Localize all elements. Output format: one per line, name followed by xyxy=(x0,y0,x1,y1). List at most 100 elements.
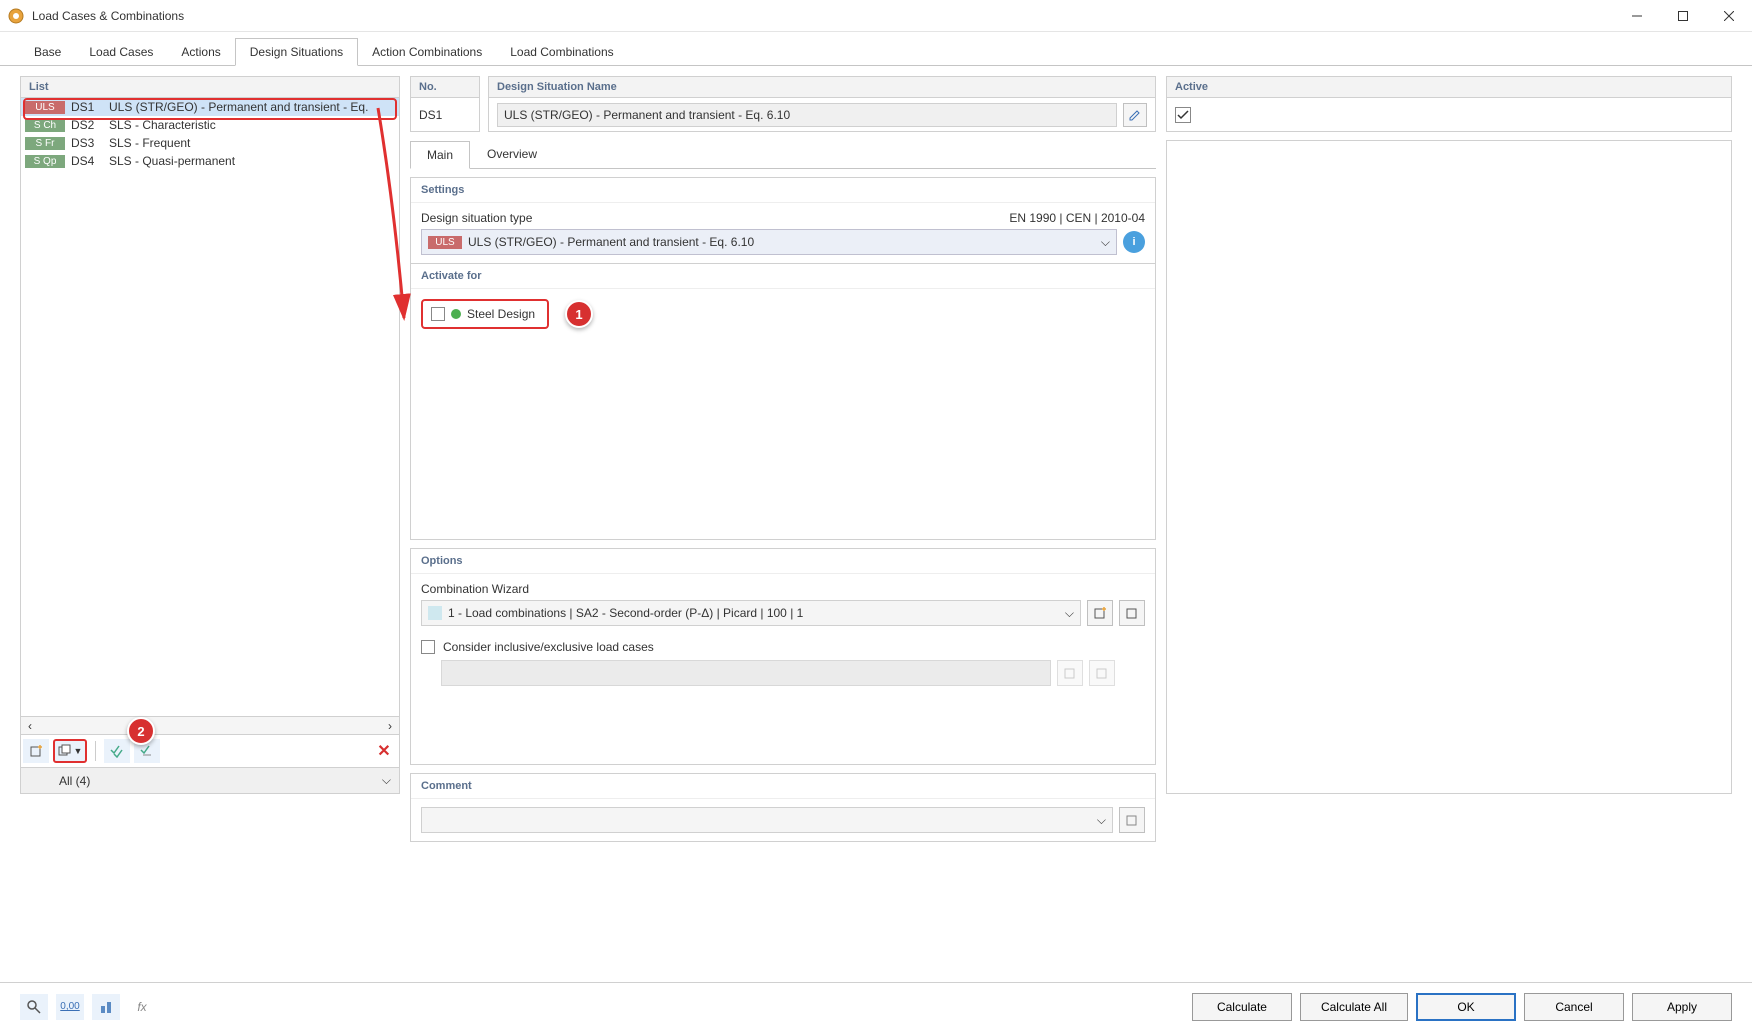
scroll-right-icon[interactable]: › xyxy=(381,719,399,733)
no-header: No. xyxy=(410,76,480,98)
list-code: DS1 xyxy=(71,100,103,114)
consider-checkbox[interactable] xyxy=(421,640,435,654)
comment-edit-button[interactable] xyxy=(1119,807,1145,833)
ok-button[interactable]: OK xyxy=(1416,993,1516,1021)
list-box[interactable]: ULS DS1 ULS (STR/GEO) - Permanent and tr… xyxy=(20,98,400,717)
active-checkbox[interactable] xyxy=(1175,107,1191,123)
settings-title: Settings xyxy=(411,178,1155,203)
window-title: Load Cases & Combinations xyxy=(32,9,1614,23)
consider-label: Consider inclusive/exclusive load cases xyxy=(443,640,654,654)
comment-title: Comment xyxy=(411,774,1155,799)
check-all-button[interactable] xyxy=(104,739,130,763)
type-label: Design situation type xyxy=(421,211,532,225)
list-filter-dropdown[interactable]: All (4) ⌵ xyxy=(20,768,400,794)
new-inc-button xyxy=(1057,660,1083,686)
filter-label: All (4) xyxy=(59,774,90,788)
list-desc: SLS - Frequent xyxy=(109,136,190,150)
cw-value: 1 - Load combinations | SA2 - Second-ord… xyxy=(448,606,803,620)
maximize-button[interactable] xyxy=(1660,0,1706,32)
options-title: Options xyxy=(411,549,1155,574)
apply-button[interactable]: Apply xyxy=(1632,993,1732,1021)
activate-section: Activate for Steel Design 1 xyxy=(410,264,1156,540)
name-input[interactable]: ULS (STR/GEO) - Permanent and transient … xyxy=(497,103,1117,127)
name-panel: Design Situation Name ULS (STR/GEO) - Pe… xyxy=(488,76,1156,132)
cancel-button[interactable]: Cancel xyxy=(1524,993,1624,1021)
type-code: EN 1990 | CEN | 2010-04 xyxy=(1009,211,1145,225)
badge-uls: ULS xyxy=(428,236,462,249)
badge-uls: ULS xyxy=(25,101,65,114)
list-code: DS3 xyxy=(71,136,103,150)
list-desc: ULS (STR/GEO) - Permanent and transient … xyxy=(109,100,368,114)
list-code: DS2 xyxy=(71,118,103,132)
annotation-badge-2: 2 xyxy=(127,717,155,745)
combination-wizard-dropdown[interactable]: 1 - Load combinations | SA2 - Second-ord… xyxy=(421,600,1081,626)
tab-base[interactable]: Base xyxy=(20,39,75,65)
bottom-bar: 0,00 fx Calculate Calculate All OK Cance… xyxy=(0,982,1752,1030)
tab-action-combinations[interactable]: Action Combinations xyxy=(358,39,496,65)
edit-wizard-button[interactable] xyxy=(1119,600,1145,626)
app-icon xyxy=(8,8,24,24)
subtab-overview[interactable]: Overview xyxy=(470,140,554,168)
badge-sfr: S Fr xyxy=(25,137,65,150)
edit-inc-button xyxy=(1089,660,1115,686)
comment-dropdown[interactable]: ⌵ xyxy=(421,807,1113,833)
calculate-button[interactable]: Calculate xyxy=(1192,993,1292,1021)
search-button[interactable] xyxy=(20,994,48,1020)
titlebar: Load Cases & Combinations xyxy=(0,0,1752,32)
new-item-button[interactable] xyxy=(23,739,49,763)
minimize-button[interactable] xyxy=(1614,0,1660,32)
steel-label: Steel Design xyxy=(467,307,535,321)
close-button[interactable] xyxy=(1706,0,1752,32)
scroll-left-icon[interactable]: ‹ xyxy=(21,719,39,733)
units-button[interactable]: 0,00 xyxy=(56,994,84,1020)
activate-title: Activate for xyxy=(411,264,1155,289)
badge-sch: S Ch xyxy=(25,119,65,132)
sub-tabs: Main Overview xyxy=(410,140,1156,169)
list-desc: SLS - Quasi-permanent xyxy=(109,154,235,168)
model-button[interactable] xyxy=(92,994,120,1020)
delete-button[interactable]: ✕ xyxy=(371,741,397,761)
inclusive-exclusive-input xyxy=(441,660,1051,686)
type-value: ULS (STR/GEO) - Permanent and transient … xyxy=(468,235,754,249)
list-item-ds3[interactable]: S Fr DS3 SLS - Frequent xyxy=(21,134,399,152)
no-panel: No. DS1 xyxy=(410,76,480,132)
right-empty-panel xyxy=(1166,140,1732,794)
name-header: Design Situation Name xyxy=(488,76,1156,98)
design-type-dropdown[interactable]: ULS ULS (STR/GEO) - Permanent and transi… xyxy=(421,229,1117,255)
list-desc: SLS - Characteristic xyxy=(109,118,216,132)
function-button[interactable]: fx xyxy=(128,994,156,1020)
comment-section: Comment ⌵ xyxy=(410,773,1156,842)
options-section: Options Combination Wizard 1 - Load comb… xyxy=(410,548,1156,765)
list-item-ds1[interactable]: ULS DS1 ULS (STR/GEO) - Permanent and tr… xyxy=(21,98,399,116)
steel-design-checkbox-row[interactable]: Steel Design xyxy=(421,299,549,329)
main-tabs: Base Load Cases Actions Design Situation… xyxy=(0,38,1752,66)
active-panel: Active xyxy=(1166,76,1732,132)
list-header: List xyxy=(20,76,400,98)
list-item-ds4[interactable]: S Qp DS4 SLS - Quasi-permanent xyxy=(21,152,399,170)
no-value: DS1 xyxy=(419,108,442,122)
steel-checkbox[interactable] xyxy=(431,307,445,321)
chevron-down-icon: ⌵ xyxy=(1097,813,1112,828)
active-header: Active xyxy=(1166,76,1732,98)
settings-section: Settings Design situation type EN 1990 |… xyxy=(410,177,1156,264)
list-item-ds2[interactable]: S Ch DS2 SLS - Characteristic xyxy=(21,116,399,134)
tab-load-cases[interactable]: Load Cases xyxy=(75,39,167,65)
calculate-all-button[interactable]: Calculate All xyxy=(1300,993,1408,1021)
edit-name-button[interactable] xyxy=(1123,103,1147,127)
cw-label: Combination Wizard xyxy=(421,582,1145,596)
subtab-main[interactable]: Main xyxy=(410,141,470,169)
new-wizard-button[interactable] xyxy=(1087,600,1113,626)
chevron-down-icon: ⌵ xyxy=(1101,235,1110,250)
green-status-dot-icon xyxy=(451,309,461,319)
list-scrollbar[interactable]: ‹ › xyxy=(20,717,400,735)
tab-design-situations[interactable]: Design Situations xyxy=(235,38,358,66)
chevron-down-icon: ⌵ xyxy=(1065,606,1074,621)
list-toolbar: ▼ ✕ 2 xyxy=(20,735,400,768)
tab-load-combinations[interactable]: Load Combinations xyxy=(496,39,627,65)
chevron-down-icon: ⌵ xyxy=(382,773,391,788)
info-button[interactable]: i xyxy=(1123,231,1145,253)
annotation-badge-1: 1 xyxy=(565,300,593,328)
copy-item-button[interactable]: ▼ xyxy=(53,739,87,763)
tab-actions[interactable]: Actions xyxy=(167,39,234,65)
list-panel: List ULS DS1 ULS (STR/GEO) - Permanent a… xyxy=(20,76,400,794)
